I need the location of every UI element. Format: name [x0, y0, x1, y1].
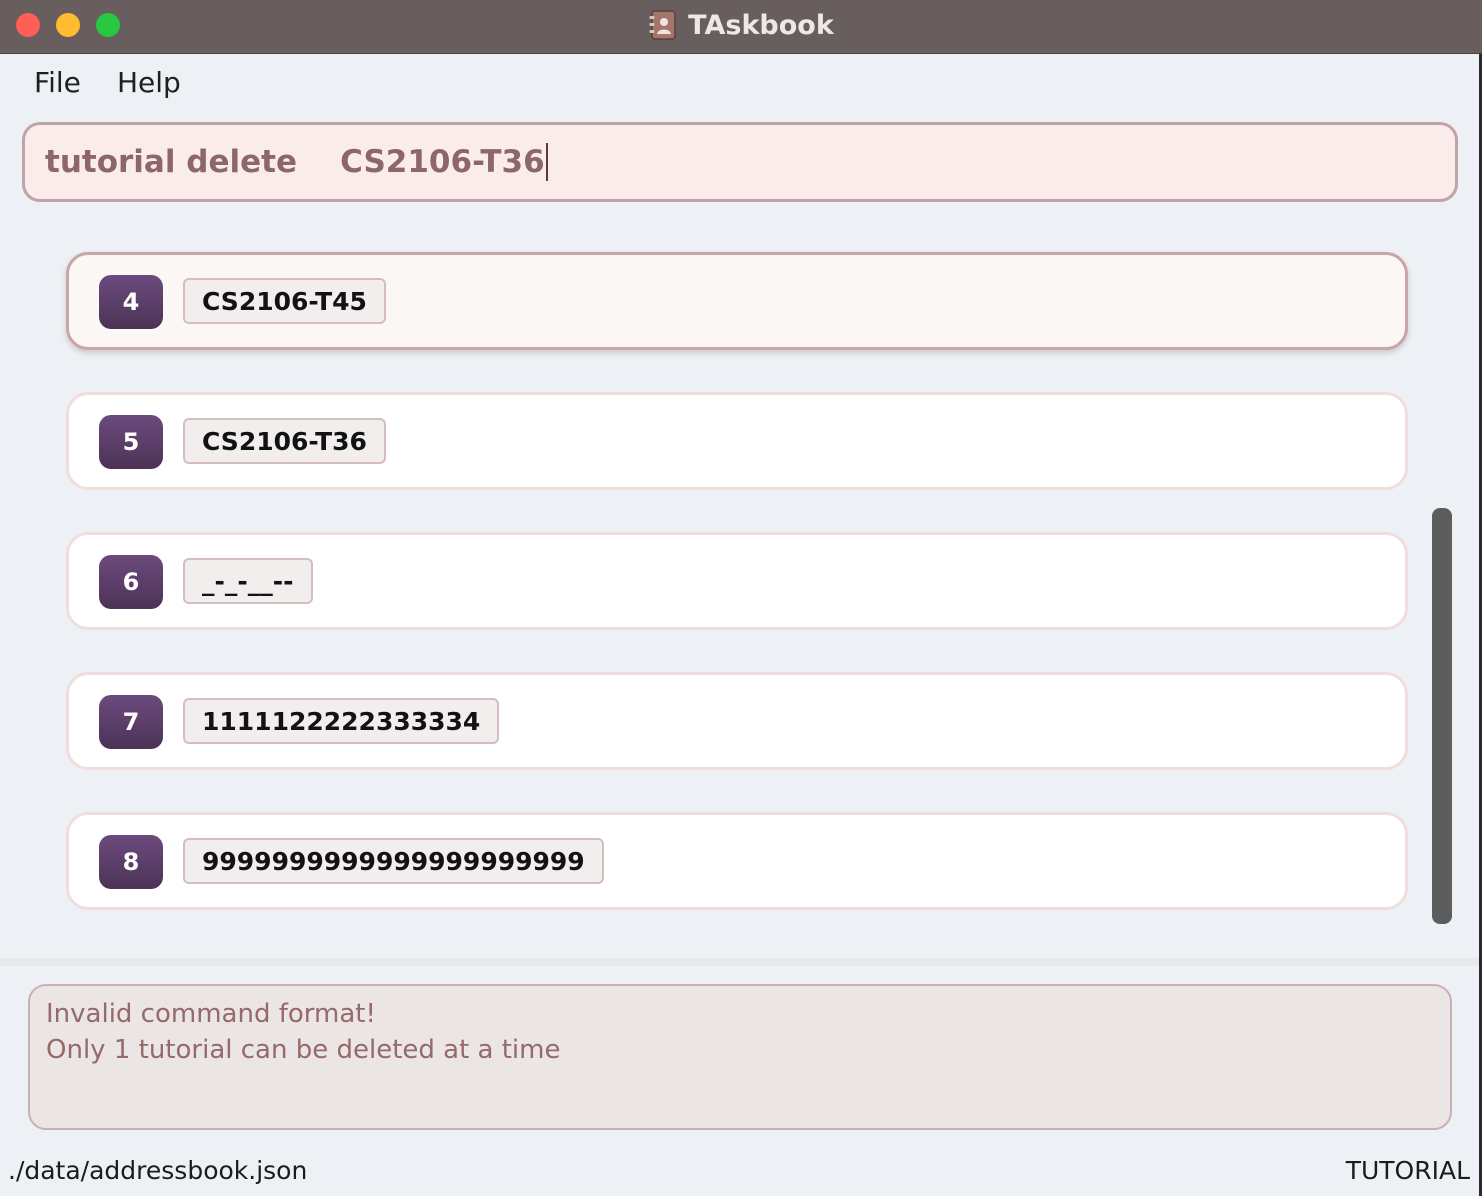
menu-help[interactable]: Help	[117, 66, 181, 99]
menu-file[interactable]: File	[34, 66, 81, 99]
status-mode: TUTORIAL	[1345, 1156, 1470, 1185]
index-badge: 8	[99, 835, 163, 889]
command-text: tutorial delete CS2106-T36	[45, 144, 545, 180]
result-line: Invalid command format!	[46, 999, 376, 1029]
tutorial-code-tag: CS2106-T36	[183, 418, 386, 464]
index-badge: 5	[99, 415, 163, 469]
index-badge: 6	[99, 555, 163, 609]
app-title-text: TAskbook	[688, 9, 834, 41]
result-line: Only 1 tutorial can be deleted at a time	[46, 1035, 561, 1065]
address-book-icon	[649, 10, 676, 40]
result-display: Invalid command format! Only 1 tutorial …	[28, 984, 1452, 1130]
tutorial-code-tag: 9999999999999999999999	[183, 838, 604, 884]
index-badge: 7	[99, 695, 163, 749]
status-file-path: ./data/addressbook.json	[8, 1156, 308, 1185]
list-scrollbar-thumb[interactable]	[1432, 508, 1452, 924]
tutorial-card[interactable]: 6 _-_-__--	[66, 532, 1408, 630]
tutorial-code-tag: _-_-__--	[183, 558, 313, 604]
command-input[interactable]: tutorial delete CS2106-T36	[22, 122, 1458, 202]
tutorial-card[interactable]: 8 9999999999999999999999	[66, 812, 1408, 910]
tutorial-card[interactable]: 4 CS2106-T45	[66, 252, 1408, 350]
tutorial-card[interactable]: 7 1111122222333334	[66, 672, 1408, 770]
title-bar: TAskbook	[0, 0, 1482, 54]
menu-bar	[0, 54, 1479, 114]
window-title: TAskbook	[0, 0, 1482, 50]
tutorial-code-tag: 1111122222333334	[183, 698, 500, 744]
panel-divider[interactable]	[0, 958, 1479, 966]
tutorial-card[interactable]: 5 CS2106-T36	[66, 392, 1408, 490]
tutorial-list[interactable]: 4 CS2106-T45 5 CS2106-T36 6 _-_-__-- 7 1…	[2, 216, 1478, 954]
index-badge: 4	[99, 275, 163, 329]
text-caret	[545, 143, 548, 181]
tutorial-code-tag: CS2106-T45	[183, 278, 386, 324]
